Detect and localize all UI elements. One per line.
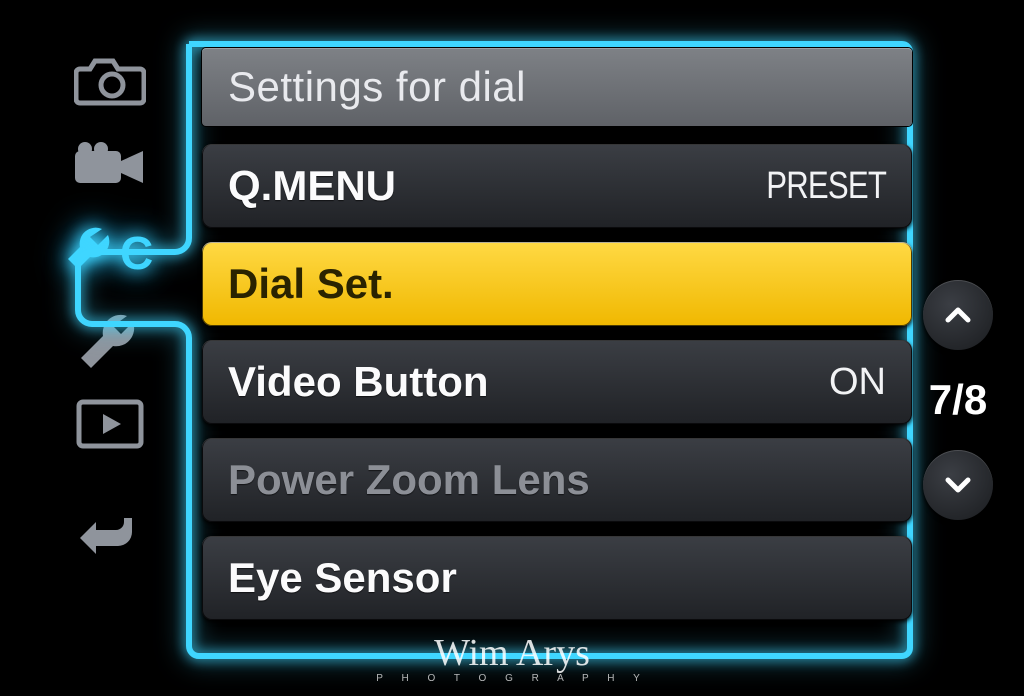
menu-item-eye-sensor[interactable]: Eye Sensor [202,536,912,620]
menu-item-value: PRESET [766,165,886,208]
back-arrow-icon [76,510,144,558]
back-button[interactable] [55,494,165,574]
menu-item-value: ON [829,361,886,404]
tab-rec[interactable] [55,40,165,120]
tab-motion-picture[interactable] [55,126,165,206]
page-indicator: 7/8 [916,376,1000,424]
tab-custom[interactable]: C [55,212,165,292]
menu-item-power-zoom-lens[interactable]: Power Zoom Lens [202,438,912,522]
camera-icon [74,53,146,107]
watermark: Wim Arys P H O T O G R A P H Y [376,634,648,684]
menu-title: Settings for dial [228,63,526,111]
wrench-icon [75,308,145,368]
video-camera-icon [71,141,149,191]
menu-item-label: Power Zoom Lens [228,456,590,504]
sidebar: C [40,40,180,656]
svg-text:C: C [120,227,153,279]
watermark-name: Wim Arys [376,634,648,672]
wrench-c-icon: C [62,219,158,285]
chevron-down-icon [945,476,971,494]
page-down-button[interactable] [923,450,993,520]
page-up-button[interactable] [923,280,993,350]
menu-item-video-button[interactable]: Video Button ON [202,340,912,424]
menu-header: Settings for dial [202,48,912,126]
menu-item-qmenu[interactable]: Q.MENU PRESET [202,144,912,228]
watermark-sub: P H O T O G R A P H Y [376,674,648,684]
menu-item-label: Q.MENU [228,162,396,210]
menu-item-label: Eye Sensor [228,554,457,602]
menu-list: Settings for dial Q.MENU PRESET Dial Set… [202,48,912,634]
tab-setup[interactable] [55,298,165,378]
pager: 7/8 [916,280,1000,520]
menu-item-label: Video Button [228,358,489,406]
camera-menu-screen: C Settings for dial [0,0,1024,696]
playback-icon [75,398,145,450]
tab-playback[interactable] [55,384,165,464]
menu-item-dial-set[interactable]: Dial Set. [202,242,912,326]
menu-item-label: Dial Set. [228,260,394,308]
chevron-up-icon [945,306,971,324]
